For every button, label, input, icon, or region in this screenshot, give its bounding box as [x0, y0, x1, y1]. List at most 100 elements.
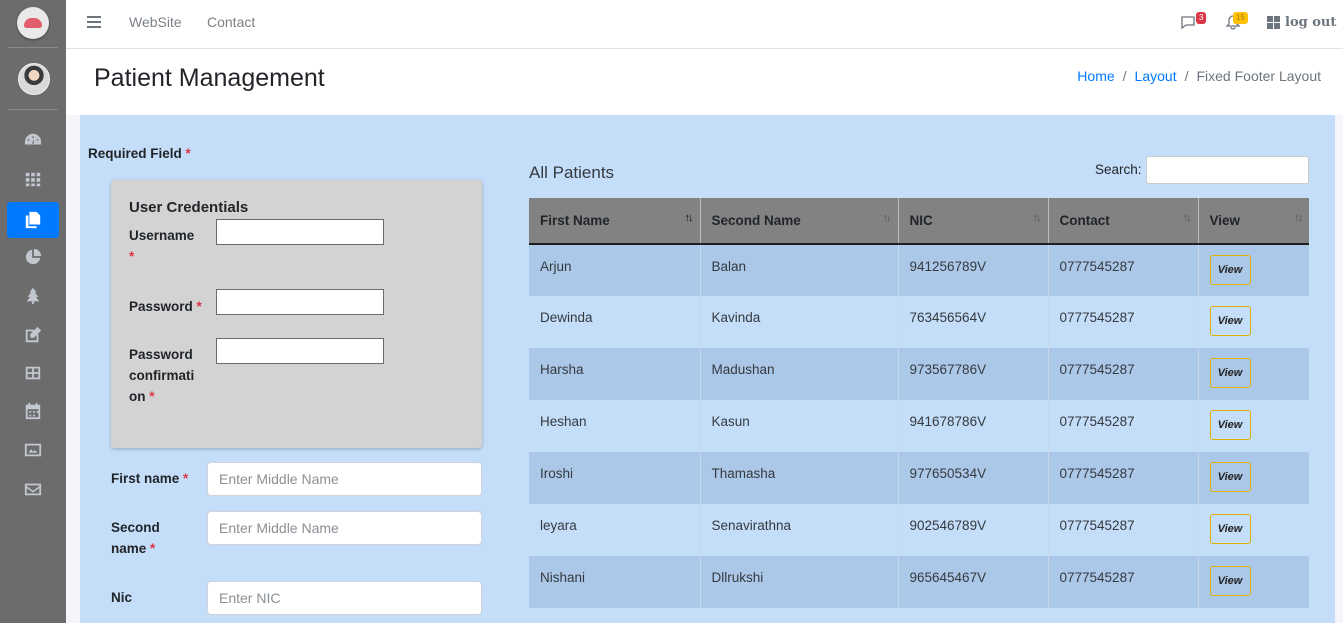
- table-row: Iroshi Thamasha 977650534V 0777545287 View: [529, 452, 1309, 504]
- cell-first-name: Nishani: [529, 556, 701, 608]
- table-row: Dewinda Kavinda 763456564V 0777545287 View: [529, 296, 1309, 348]
- cell-nic: 763456564V: [898, 296, 1049, 348]
- cell-nic: 977650534V: [898, 452, 1049, 504]
- password-confirmation-label: Password confirmati on *: [129, 347, 195, 404]
- sort-icon: ↑↓: [1294, 212, 1303, 224]
- sidebar-item-mailbox[interactable]: [7, 471, 59, 507]
- breadcrumb-current: Fixed Footer Layout: [1196, 68, 1321, 84]
- view-button[interactable]: View: [1209, 306, 1251, 336]
- cell-view: View: [1198, 452, 1309, 504]
- sidebar-divider: [8, 109, 58, 110]
- cell-first-name: Harsha: [529, 348, 701, 400]
- messages-badge: 3: [1196, 12, 1207, 24]
- logout-button[interactable]: log out: [1267, 15, 1336, 30]
- username-input[interactable]: [216, 219, 384, 245]
- view-button[interactable]: View: [1209, 410, 1251, 440]
- credentials-title: User Credentials: [129, 199, 249, 216]
- search-label: Search:: [1095, 162, 1142, 177]
- cell-second-name: Balan: [700, 244, 899, 296]
- cell-nic: 941256789V: [898, 244, 1049, 296]
- column-header-nic[interactable]: NIC ↑↓: [898, 198, 1049, 245]
- cell-view: View: [1198, 504, 1309, 556]
- cell-view: View: [1198, 244, 1309, 296]
- view-button[interactable]: View: [1209, 514, 1251, 544]
- page-title: Patient Management: [94, 64, 325, 92]
- breadcrumb-home[interactable]: Home: [1077, 68, 1114, 84]
- table-row: Harsha Madushan 973567786V 0777545287 View: [529, 348, 1309, 400]
- breadcrumb: Home / Layout / Fixed Footer Layout: [1077, 68, 1321, 84]
- column-header-view[interactable]: View ↑↓: [1198, 198, 1309, 245]
- cell-second-name: Kasun: [700, 400, 899, 452]
- cell-view: View: [1198, 556, 1309, 608]
- sidebar-divider: [8, 47, 58, 48]
- cell-second-name: Kavinda: [700, 296, 899, 348]
- search-input[interactable]: [1146, 156, 1309, 184]
- second-name-input[interactable]: [207, 511, 482, 545]
- sort-asc-icon: ↑↓: [684, 212, 694, 224]
- main-content: Required Field * User Credentials Userna…: [80, 115, 1335, 623]
- sidebar-item-forms[interactable]: [7, 317, 59, 353]
- cell-contact: 0777545287: [1048, 556, 1199, 608]
- cell-view: View: [1198, 296, 1309, 348]
- sidebar-item-gallery[interactable]: [7, 432, 59, 468]
- cell-nic: 902546789V: [898, 504, 1049, 556]
- view-button[interactable]: View: [1209, 462, 1251, 492]
- user-credentials-card: User Credentials Username * Password * Pa…: [111, 180, 482, 448]
- column-header-first-name[interactable]: First Name ↑↓: [529, 198, 701, 245]
- table-row: Nishani Dllrukshi 965645467V 0777545287 View: [529, 556, 1309, 608]
- sidebar-item-tree[interactable]: [7, 278, 59, 314]
- cell-first-name: Heshan: [529, 400, 701, 452]
- table-row: Heshan Kasun 941678786V 0777545287 View: [529, 400, 1309, 452]
- password-input[interactable]: [216, 289, 384, 315]
- password-label: Password *: [129, 299, 202, 314]
- cell-contact: 0777545287: [1048, 296, 1199, 348]
- breadcrumb-separator: /: [1122, 68, 1127, 84]
- nav-link-contact[interactable]: Contact: [207, 14, 255, 30]
- logout-label: log out: [1285, 15, 1337, 30]
- nav-link-website[interactable]: WebSite: [129, 14, 182, 30]
- cell-first-name: Iroshi: [529, 452, 701, 504]
- user-avatar[interactable]: [18, 63, 50, 95]
- menu-toggle-icon[interactable]: [87, 15, 101, 29]
- view-button[interactable]: View: [1209, 255, 1251, 285]
- view-button[interactable]: View: [1209, 358, 1251, 388]
- nic-input[interactable]: [207, 581, 482, 615]
- table-row: leyara Senavirathna 902546789V 0777545287 Vi…: [529, 504, 1309, 556]
- cell-second-name: Thamasha: [700, 452, 899, 504]
- sidebar-item-pages[interactable]: [7, 202, 59, 238]
- dashboard-icon: [24, 133, 42, 145]
- cell-view: View: [1198, 400, 1309, 452]
- cell-second-name: Dllrukshi: [700, 556, 899, 608]
- nic-label: Nic: [111, 590, 133, 605]
- sidebar-item-calendar[interactable]: [7, 393, 59, 429]
- cell-contact: 0777545287: [1048, 244, 1199, 296]
- cell-contact: 0777545287: [1048, 400, 1199, 452]
- first-name-label: First name *: [111, 471, 189, 486]
- sidebar: [0, 0, 66, 623]
- required-field-note: Required Field *: [88, 146, 191, 161]
- messages-icon[interactable]: [1180, 14, 1196, 30]
- first-name-input[interactable]: [207, 462, 482, 496]
- lotus-icon: [24, 18, 42, 28]
- sidebar-item-apps[interactable]: [7, 161, 59, 197]
- sidebar-item-dashboard[interactable]: [7, 122, 59, 158]
- breadcrumb-layout[interactable]: Layout: [1135, 68, 1177, 84]
- table-title: All Patients: [529, 163, 615, 182]
- cell-contact: 0777545287: [1048, 348, 1199, 400]
- cell-first-name: Dewinda: [529, 296, 701, 348]
- sort-icon: ↑↓: [1032, 212, 1042, 224]
- cell-view: View: [1198, 348, 1309, 400]
- notifications-badge: 15: [1233, 12, 1248, 24]
- cell-nic: 973567786V: [898, 348, 1049, 400]
- password-confirmation-input[interactable]: [216, 338, 384, 364]
- column-header-second-name[interactable]: Second Name ↑↓: [700, 198, 899, 245]
- brand-logo[interactable]: [17, 7, 49, 39]
- cell-first-name: Arjun: [529, 244, 701, 296]
- tree-icon: [26, 287, 40, 305]
- sidebar-item-charts[interactable]: [7, 239, 59, 275]
- top-navbar: WebSite Contact 3 15 log out: [66, 0, 1343, 49]
- column-header-contact[interactable]: Contact ↑↓: [1048, 198, 1199, 245]
- sidebar-item-tables[interactable]: [7, 355, 59, 391]
- view-button[interactable]: View: [1209, 566, 1251, 596]
- table-row: Arjun Balan 941256789V 0777545287 View: [529, 244, 1309, 296]
